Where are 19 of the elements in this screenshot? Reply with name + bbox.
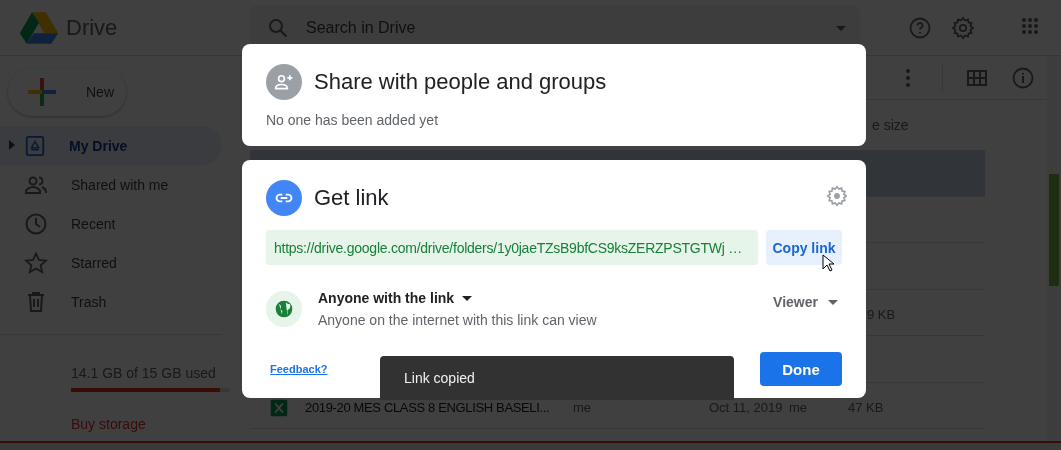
role-dropdown[interactable]: Viewer	[773, 294, 838, 310]
access-dropdown[interactable]: Anyone with the link	[318, 290, 597, 306]
cursor-icon	[822, 254, 834, 272]
add-person-icon	[266, 64, 302, 100]
dropdown-caret-icon	[828, 297, 838, 307]
access-description: Anyone on the internet with this link can view	[318, 312, 597, 328]
copy-link-button[interactable]: Copy link	[766, 230, 842, 265]
feedback-link[interactable]: Feedback?	[270, 363, 328, 375]
done-button[interactable]: Done	[760, 352, 842, 386]
dialog-subtitle: No one has been added yet	[266, 112, 440, 128]
settings-icon	[826, 185, 848, 207]
dropdown-caret-icon	[462, 293, 473, 303]
dialog-title: Get link	[314, 185, 389, 211]
file-name: 2019-20 MES CLASS 8 ENGLISH BASELI...	[305, 400, 551, 416]
toast-message: Link copied	[404, 370, 475, 386]
link-icon	[266, 180, 302, 216]
dialog-title: Share with people and groups	[314, 69, 607, 95]
globe-icon	[266, 291, 302, 327]
link-field[interactable]: https://drive.google.com/drive/folders/1y0jaeTZsB9bfCS9ksZERZPSTGTWj …	[266, 230, 758, 265]
